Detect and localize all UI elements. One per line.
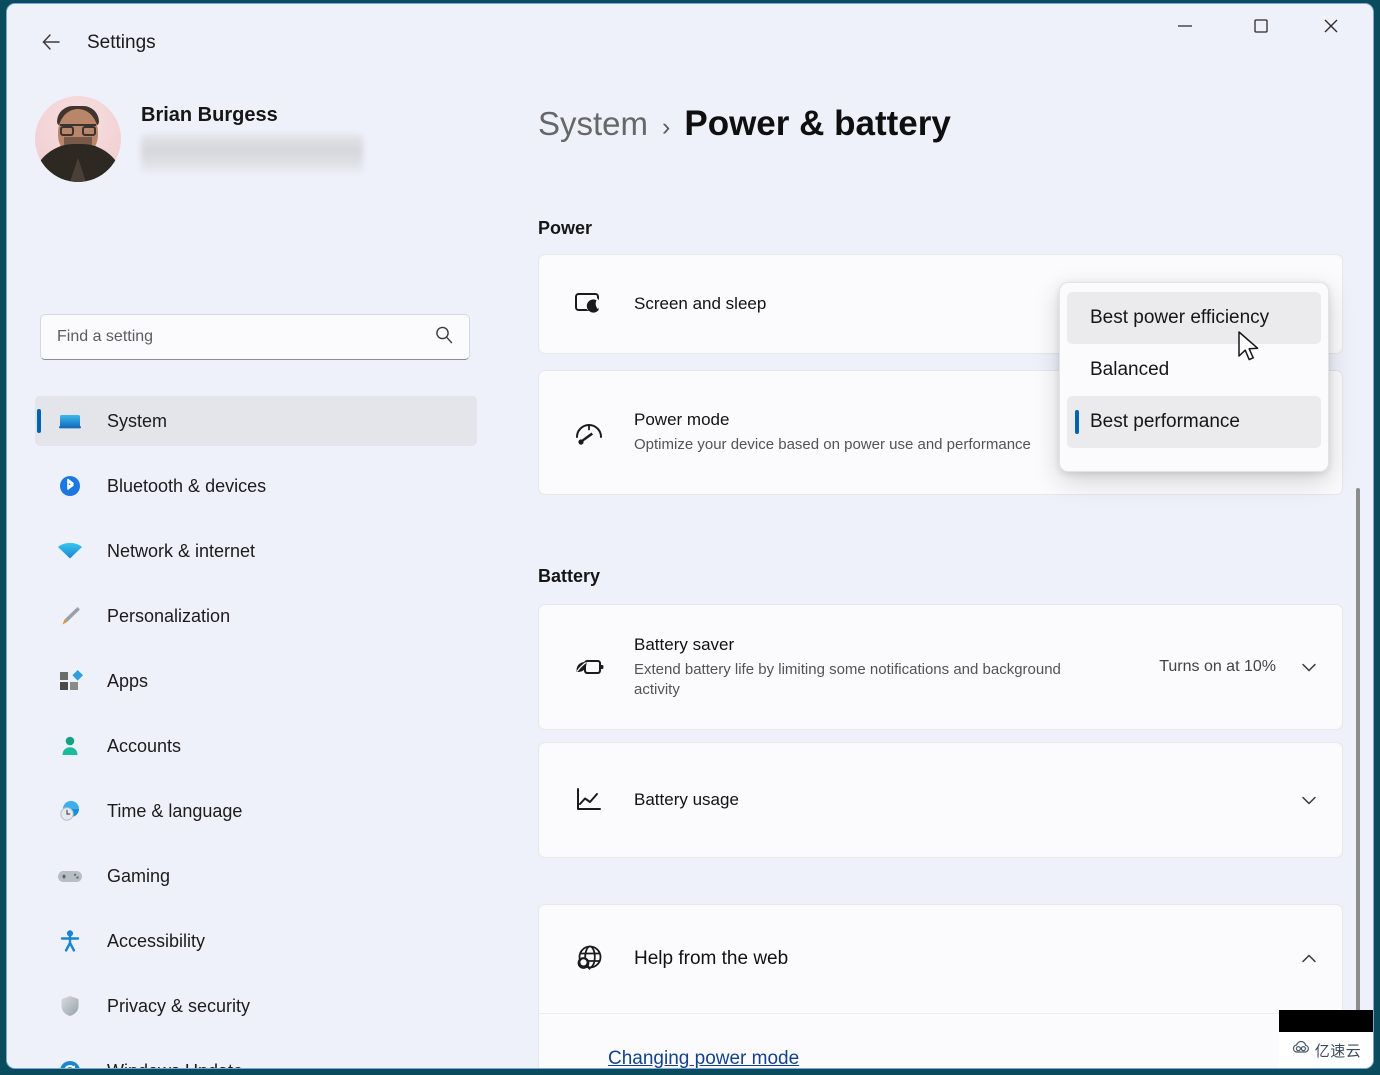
card-help-from-the-web[interactable]: Help from the web bbox=[538, 904, 1343, 1014]
gauge-icon bbox=[569, 416, 609, 450]
card-subtitle: Optimize your device based on power use … bbox=[634, 436, 1031, 454]
close-icon bbox=[1321, 16, 1341, 41]
title-bar: Settings bbox=[7, 4, 1373, 76]
close-button[interactable] bbox=[1301, 4, 1361, 52]
minimize-icon bbox=[1176, 17, 1194, 40]
person-icon bbox=[55, 731, 85, 761]
dropdown-option-label: Best power efficiency bbox=[1090, 307, 1270, 328]
sidebar-item-label: Apps bbox=[107, 670, 149, 691]
shield-icon bbox=[55, 991, 85, 1021]
back-arrow-icon bbox=[39, 30, 63, 59]
sidebar-item-windows-update[interactable]: Windows Update bbox=[35, 1046, 477, 1069]
dropdown-option-label: Best performance bbox=[1090, 411, 1240, 432]
dropdown-option-balanced[interactable]: Balanced bbox=[1067, 344, 1321, 396]
content-scrollbar[interactable] bbox=[1351, 76, 1365, 1068]
sidebar-item-accessibility[interactable]: Accessibility bbox=[35, 916, 477, 966]
accessibility-person-icon bbox=[55, 926, 85, 956]
profile-email-redacted bbox=[141, 133, 363, 174]
card-title: Battery usage bbox=[634, 790, 739, 809]
card-battery-saver[interactable]: Battery saver Extend battery life by lim… bbox=[538, 604, 1343, 730]
sidebar-item-label: Bluetooth & devices bbox=[107, 475, 267, 496]
maximize-button[interactable] bbox=[1231, 4, 1291, 52]
cloud-icon bbox=[1291, 1040, 1311, 1060]
sidebar-item-accounts[interactable]: Accounts bbox=[35, 721, 477, 771]
search-icon[interactable] bbox=[433, 324, 455, 351]
avatar bbox=[35, 96, 121, 182]
card-title: Help from the web bbox=[634, 948, 789, 969]
help-link-changing-power-mode[interactable]: Changing power mode bbox=[608, 1048, 799, 1068]
chevron-up-icon[interactable] bbox=[1298, 949, 1320, 969]
power-mode-dropdown[interactable]: Best power efficiency Balanced Best perf… bbox=[1059, 282, 1329, 472]
sidebar-item-personalization[interactable]: Personalization bbox=[35, 591, 477, 641]
dropdown-option-best-performance[interactable]: Best performance bbox=[1067, 396, 1321, 448]
sidebar-item-network-internet[interactable]: Network & internet bbox=[35, 526, 477, 576]
wifi-icon bbox=[55, 536, 85, 566]
sidebar-item-apps[interactable]: Apps bbox=[35, 656, 477, 706]
sidebar-item-bluetooth-devices[interactable]: Bluetooth & devices bbox=[35, 461, 477, 511]
bluetooth-icon bbox=[55, 471, 85, 501]
sidebar-nav: System Bluetooth & devices Network & int… bbox=[35, 396, 477, 1069]
breadcrumb-parent[interactable]: System bbox=[538, 105, 648, 143]
page-title: Power & battery bbox=[684, 104, 951, 143]
settings-window: Settings Brian Burgess Find a setting Sy… bbox=[6, 3, 1374, 1069]
back-button[interactable] bbox=[29, 26, 73, 62]
watermark: 亿速云 bbox=[1273, 1010, 1373, 1068]
watermark-text: 亿速云 bbox=[1314, 1042, 1362, 1060]
main-content: System › Power & battery Power Screen an… bbox=[507, 76, 1373, 1068]
sidebar-item-system[interactable]: System bbox=[35, 396, 477, 446]
search-box[interactable] bbox=[40, 314, 470, 360]
monitor-icon bbox=[55, 406, 85, 436]
chevron-down-icon[interactable] bbox=[1298, 790, 1320, 810]
card-title: Battery saver bbox=[634, 634, 735, 654]
battery-saver-value: Turns on at 10% bbox=[1159, 658, 1276, 675]
section-heading-power: Power bbox=[538, 218, 593, 238]
apps-grid-icon bbox=[55, 666, 85, 696]
dropdown-option-label: Balanced bbox=[1090, 359, 1170, 380]
battery-leaf-icon bbox=[569, 650, 609, 684]
screen-sleep-icon bbox=[569, 287, 609, 321]
sidebar-item-label: Time & language bbox=[107, 800, 243, 821]
paintbrush-icon bbox=[55, 601, 85, 631]
sidebar-item-label: Privacy & security bbox=[107, 995, 251, 1016]
sidebar-item-label: Gaming bbox=[107, 865, 171, 886]
sidebar-item-label: Network & internet bbox=[107, 540, 256, 561]
sidebar: Brian Burgess Find a setting System Blue… bbox=[7, 76, 507, 1069]
gamepad-icon bbox=[55, 861, 85, 891]
breadcrumb: System › Power & battery bbox=[538, 104, 951, 144]
sidebar-item-label: Accounts bbox=[107, 735, 182, 756]
dropdown-option-best-power-efficiency[interactable]: Best power efficiency bbox=[1067, 292, 1321, 344]
window-title: Settings bbox=[87, 32, 156, 53]
sidebar-item-label: Personalization bbox=[107, 605, 231, 626]
sidebar-item-label: System bbox=[107, 410, 168, 431]
help-links-panel: Changing power mode bbox=[538, 1014, 1343, 1068]
sidebar-item-label: Accessibility bbox=[107, 930, 206, 951]
scrollbar-thumb[interactable] bbox=[1356, 488, 1360, 1018]
section-heading-battery: Battery bbox=[538, 566, 601, 586]
chevron-down-icon[interactable] bbox=[1298, 657, 1320, 677]
clock-globe-icon bbox=[55, 796, 85, 826]
chevron-right-icon: › bbox=[662, 113, 671, 141]
sidebar-item-time-language[interactable]: Time & language bbox=[35, 786, 477, 836]
profile-name: Brian Burgess bbox=[141, 103, 278, 126]
minimize-button[interactable] bbox=[1155, 4, 1215, 52]
screen-root: Settings Brian Burgess Find a setting Sy… bbox=[0, 0, 1380, 1075]
globe-search-icon bbox=[569, 942, 609, 976]
sidebar-item-privacy-security[interactable]: Privacy & security bbox=[35, 981, 477, 1031]
update-refresh-icon bbox=[55, 1056, 85, 1068]
user-profile[interactable]: Brian Burgess bbox=[35, 96, 363, 182]
sidebar-item-label: Windows Update bbox=[107, 1061, 243, 1069]
search-input[interactable] bbox=[57, 328, 433, 346]
card-battery-usage[interactable]: Battery usage bbox=[538, 742, 1343, 858]
line-chart-icon bbox=[569, 783, 609, 817]
card-subtitle: Extend battery life by limiting some not… bbox=[634, 660, 1061, 698]
maximize-icon bbox=[1252, 17, 1270, 40]
sidebar-item-gaming[interactable]: Gaming bbox=[35, 851, 477, 901]
